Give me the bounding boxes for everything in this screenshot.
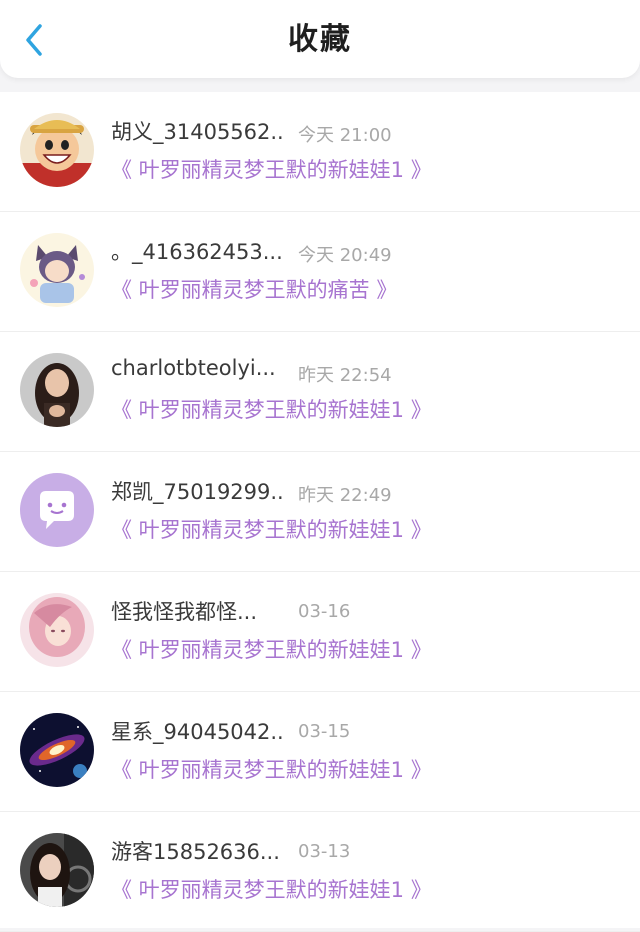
work-title-link[interactable]: 《 叶罗丽精灵梦王默的新娃娃1 》 — [111, 634, 432, 664]
user-name: charlotbteolyi... — [111, 356, 276, 380]
list-item[interactable]: charlotbteolyi... 昨天 22:54 《 叶罗丽精灵梦王默的新娃… — [0, 332, 640, 452]
galaxy-avatar[interactable] — [20, 713, 94, 787]
work-title-link[interactable]: 《 叶罗丽精灵梦王默的新娃娃1 》 — [111, 754, 432, 784]
pink-hair-girl-avatar[interactable] — [20, 593, 94, 667]
list-item[interactable]: 游客15852636... 03-13 《 叶罗丽精灵梦王默的新娃娃1 》 — [0, 812, 640, 932]
user-name: 胡义_31405562... — [111, 120, 286, 144]
user-name: 星系_94045042... — [111, 720, 286, 744]
favorites-list: 胡义_31405562... 今天 21:00 《 叶罗丽精灵梦王默的新娃娃1 … — [0, 92, 640, 932]
work-title-link[interactable]: 《 叶罗丽精灵梦王默的新娃娃1 》 — [111, 874, 432, 904]
timestamp: 昨天 22:49 — [298, 485, 392, 506]
list-item[interactable]: 郑凯_75019299... 昨天 22:49 《 叶罗丽精灵梦王默的新娃娃1 … — [0, 452, 640, 572]
photo-girl-car-avatar[interactable] — [20, 833, 94, 907]
photo-woman-avatar[interactable] — [20, 353, 94, 427]
timestamp: 03-15 — [298, 721, 351, 742]
timestamp: 03-16 — [298, 601, 351, 622]
list-item[interactable]: 。_416362453... 今天 20:49 《 叶罗丽精灵梦王默的痛苦 》 — [0, 212, 640, 332]
work-title-link[interactable]: 《 叶罗丽精灵梦王默的新娃娃1 》 — [111, 514, 432, 544]
work-title-link[interactable]: 《 叶罗丽精灵梦王默的痛苦 》 — [111, 274, 397, 304]
page-title: 收藏 — [288, 22, 352, 57]
list-item[interactable]: 怪我怪我都怪... 03-16 《 叶罗丽精灵梦王默的新娃娃1 》 — [0, 572, 640, 692]
top-bar: 收藏 — [0, 0, 640, 78]
anime-cat-girl-avatar[interactable] — [20, 233, 94, 307]
user-name: 郑凯_75019299... — [111, 480, 286, 504]
work-title-link[interactable]: 《 叶罗丽精灵梦王默的新娃娃1 》 — [111, 154, 432, 184]
timestamp: 昨天 22:54 — [298, 365, 392, 386]
list-item[interactable]: 胡义_31405562... 今天 21:00 《 叶罗丽精灵梦王默的新娃娃1 … — [0, 92, 640, 212]
list-item[interactable]: 星系_94045042... 03-15 《 叶罗丽精灵梦王默的新娃娃1 》 — [0, 692, 640, 812]
timestamp: 今天 20:49 — [298, 245, 392, 266]
user-name: 怪我怪我都怪... — [111, 600, 258, 624]
anime-pirate-avatar[interactable] — [20, 113, 94, 187]
work-title-link[interactable]: 《 叶罗丽精灵梦王默的新娃娃1 》 — [111, 394, 432, 424]
user-name: 游客15852636... — [111, 840, 280, 864]
timestamp: 今天 21:00 — [298, 125, 392, 146]
timestamp: 03-13 — [298, 841, 351, 862]
user-name: 。_416362453... — [111, 240, 283, 264]
default-chat-bubble-avatar[interactable] — [20, 473, 94, 547]
